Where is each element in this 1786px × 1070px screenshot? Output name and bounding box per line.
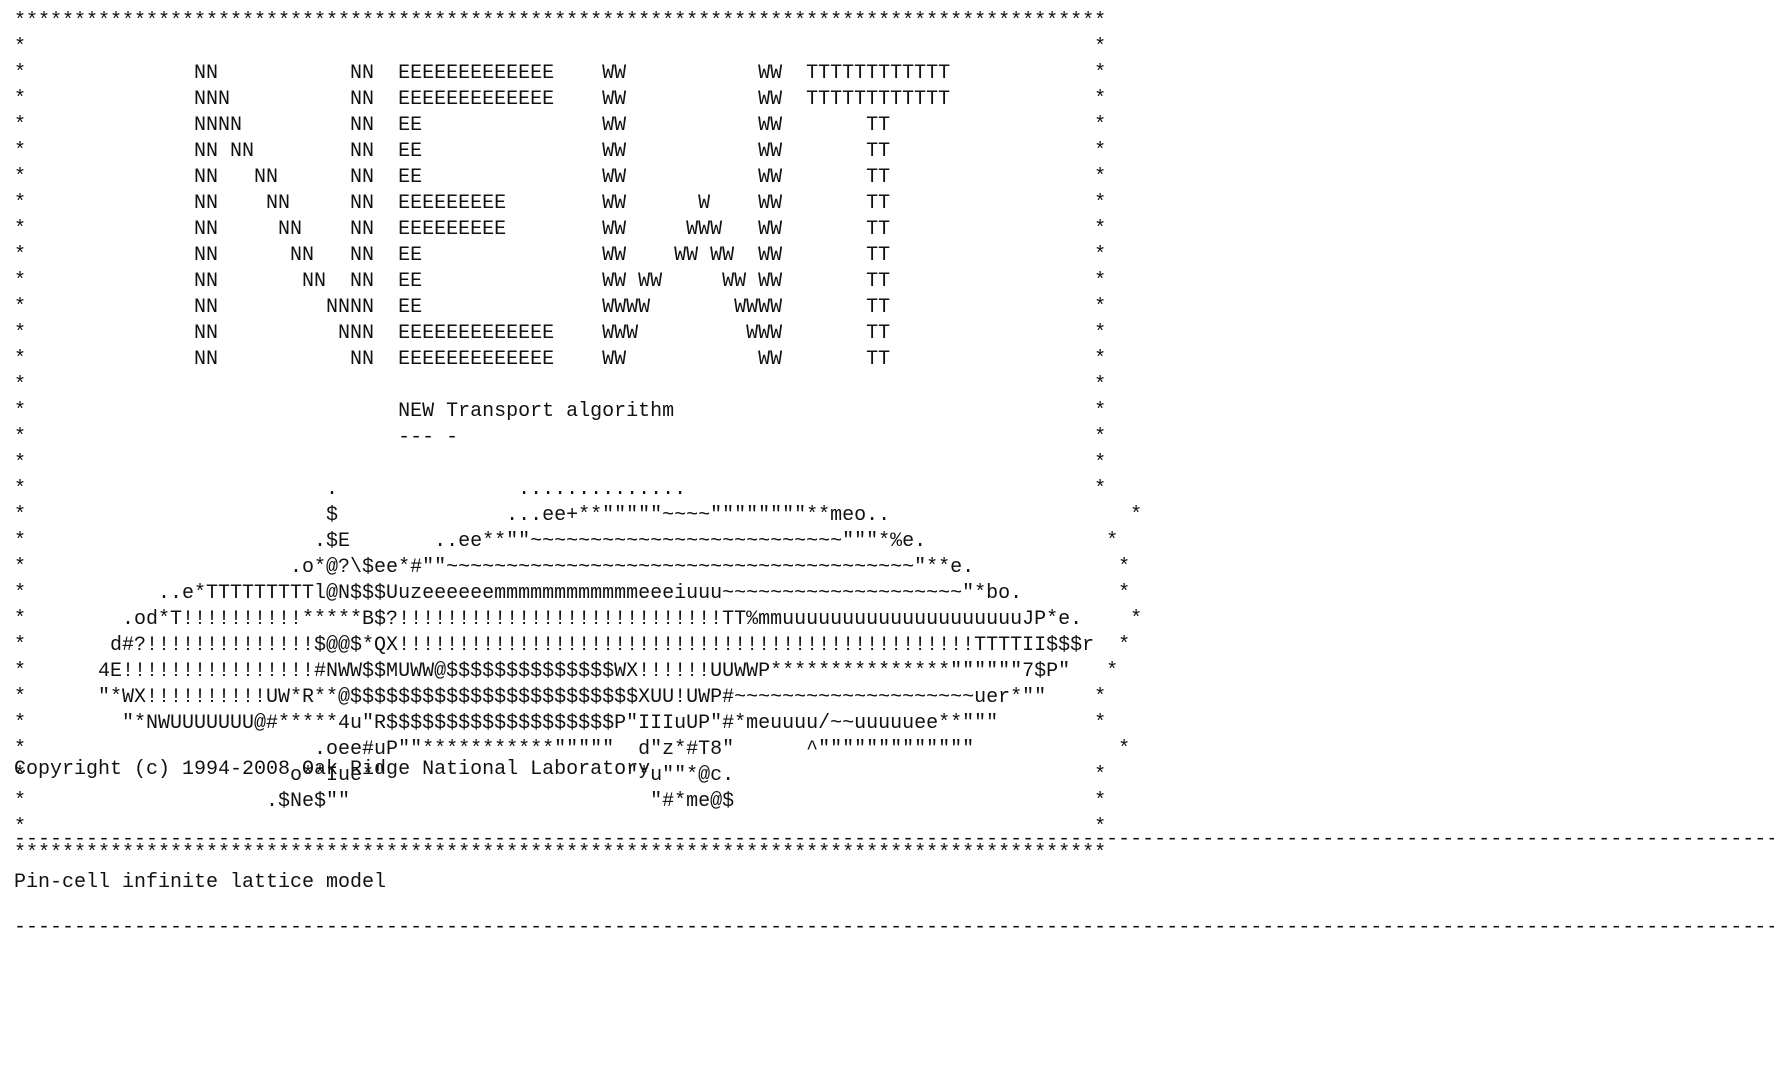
- separator-rule-bottom: ----------------------------------------…: [14, 916, 1774, 939]
- banner-line: * *: [14, 452, 1107, 475]
- banner-line: * 4E!!!!!!!!!!!!!!!!#NWW$$MUWW@$$$$$$$$$…: [14, 660, 1119, 683]
- banner-line: * --- - *: [14, 426, 1107, 449]
- banner-line: * NEW Transport algorithm *: [14, 400, 1107, 423]
- banner-line: * NN NNNN EE WWWW WWWW TT *: [14, 296, 1107, 319]
- banner-line: * .$Ne$"" "#*me@$ *: [14, 790, 1107, 813]
- copyright-line: Copyright (c) 1994-2008 Oak Ridge Nation…: [14, 758, 651, 781]
- banner-line: * NN NN NN EEEEEEEEE WW WWW WW TT *: [14, 218, 1107, 241]
- output-page: ****************************************…: [0, 0, 1786, 1070]
- banner-line: * NNNN NN EE WW WW TT *: [14, 114, 1107, 137]
- banner-line: * NN NN NN EE WW WW WW WW TT *: [14, 270, 1107, 293]
- banner-line: * .o*@?\$ee*#""~~~~~~~~~~~~~~~~~~~~~~~~~…: [14, 556, 1131, 579]
- banner-line: * *: [14, 36, 1107, 59]
- banner-line: * ..e*TTTTTTTTTl@N$$$Uuzeeeeeemmmmmmmmmm…: [14, 582, 1131, 605]
- newt-ascii-banner: ****************************************…: [14, 9, 1142, 867]
- banner-line: * *: [14, 374, 1107, 397]
- problem-title: Pin-cell infinite lattice model: [14, 871, 387, 894]
- banner-line: * .od*T!!!!!!!!!!*****B$?!!!!!!!!!!!!!!!…: [14, 608, 1143, 631]
- banner-line: * NN NN EEEEEEEEEEEEE WW WW TTTTTTTTTTTT…: [14, 62, 1107, 85]
- banner-line: ****************************************…: [14, 10, 1107, 33]
- banner-line: * "*WX!!!!!!!!!!UW*R**@$$$$$$$$$$$$$$$$$…: [14, 686, 1107, 709]
- banner-line: * NN NN NN EE WW WW TT *: [14, 140, 1107, 163]
- banner-line: * "*NWUUUUUUU@#*****4u"R$$$$$$$$$$$$$$$$…: [14, 712, 1107, 735]
- banner-line: * NN NN NN EEEEEEEEE WW W WW TT *: [14, 192, 1107, 215]
- banner-line: * d#?!!!!!!!!!!!!!!$@@$*QX!!!!!!!!!!!!!!…: [14, 634, 1131, 657]
- banner-line: * .$E ..ee**""~~~~~~~~~~~~~~~~~~~~~~~~~~…: [14, 530, 1119, 553]
- separator-rule-top: ----------------------------------------…: [14, 828, 1774, 851]
- banner-line: * NN NN NN EE WW WW WW WW TT *: [14, 244, 1107, 267]
- banner-line: * NN NN EEEEEEEEEEEEE WW WW TT *: [14, 348, 1107, 371]
- banner-line: * $ ...ee+**"""""~~~~""""""""**meo.. *: [14, 504, 1143, 527]
- banner-line: * . .............. *: [14, 478, 1107, 501]
- banner-line: * NN NN NN EE WW WW TT *: [14, 166, 1107, 189]
- banner-line: * NNN NN EEEEEEEEEEEEE WW WW TTTTTTTTTTT…: [14, 88, 1107, 111]
- banner-line: * NN NNN EEEEEEEEEEEEE WWW WWW TT *: [14, 322, 1107, 345]
